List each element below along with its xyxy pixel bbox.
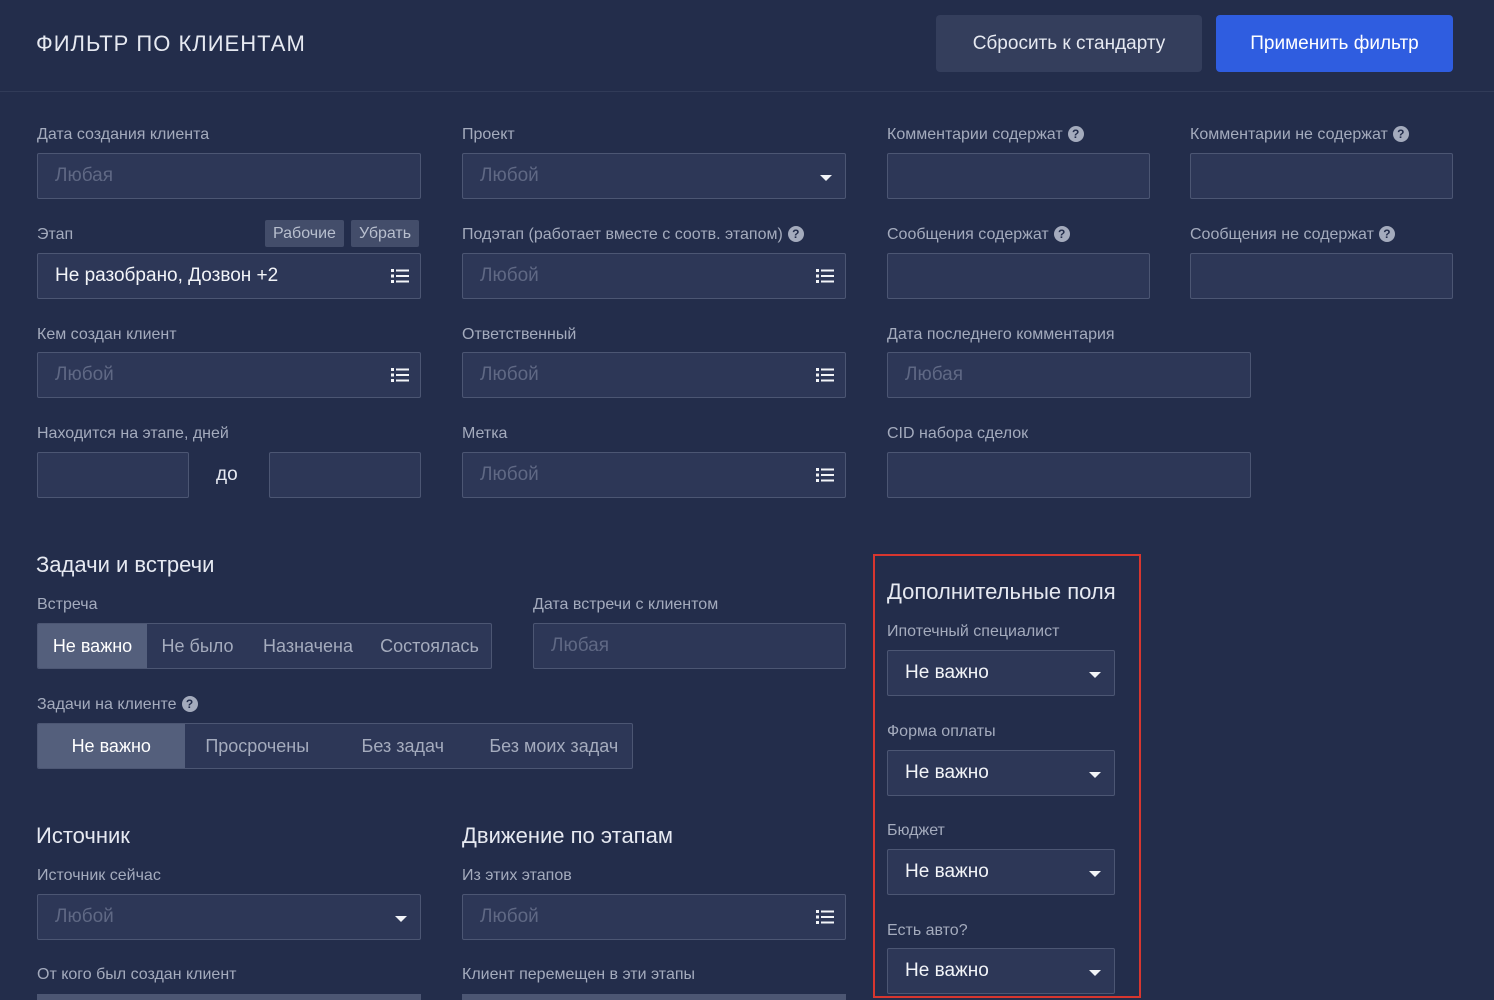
project-placeholder: Любой [480,165,539,186]
created-from-control-partial[interactable] [37,994,421,1000]
tasks-option-any[interactable]: Не важно [38,724,185,768]
responsible-label: Ответственный [462,326,577,343]
list-icon [816,368,834,382]
substage-label: Подэтап (работает вместе с соотв. этапом… [462,226,804,244]
project-select[interactable]: Любой [462,153,846,199]
chevron-down-icon [395,916,407,922]
list-icon [816,910,834,924]
client-tasks-label: Задачи на клиенте? [37,696,198,714]
help-icon[interactable]: ? [787,226,804,242]
days-to-input[interactable] [269,452,421,498]
help-icon[interactable]: ? [1067,126,1084,142]
from-stages-label: Из этих этапов [462,867,572,884]
mortgage-specialist-select[interactable]: Не важно [887,650,1115,696]
meeting-segmented-control: Не важно Не было Назначена Состоялась [37,623,492,669]
meeting-option-held[interactable]: Состоялась [368,624,491,668]
substage-placeholder: Любой [480,265,539,286]
comments-contain-input[interactable] [887,153,1150,199]
substage-select[interactable]: Любой [462,253,846,299]
meeting-option-none[interactable]: Не было [147,624,248,668]
chevron-down-icon [820,175,832,181]
mortgage-specialist-label: Ипотечный специалист [887,623,1060,640]
list-icon [816,468,834,482]
cid-label: CID набора сделок [887,425,1029,442]
payment-form-label: Форма оплаты [887,723,996,740]
current-source-label: Источник сейчас [37,867,161,884]
chevron-down-icon [1089,772,1101,778]
stage-value: Не разобрано, Дозвон +2 [55,265,279,286]
messages-not-contain-input[interactable] [1190,253,1453,299]
help-icon[interactable]: ? [1053,226,1070,242]
last-comment-date-label: Дата последнего комментария [887,326,1115,343]
tasks-option-no-tasks[interactable]: Без задач [330,724,476,768]
meeting-option-any[interactable]: Не важно [38,624,147,668]
tag-label: Метка [462,425,508,442]
source-section-heading: Источник [36,823,130,848]
responsible-select[interactable]: Любой [462,352,846,398]
has-car-select[interactable]: Не важно [887,948,1115,994]
list-icon [816,269,834,283]
tasks-option-overdue[interactable]: Просрочены [185,724,331,768]
moved-to-stages-label: Клиент перемещен в эти этапы [462,966,696,983]
messages-contain-label: Сообщения содержат? [887,226,1070,244]
budget-label: Бюджет [887,822,945,839]
days-to-label: до [216,464,238,485]
page-title: ФИЛЬТР ПО КЛИЕНТАМ [36,31,306,56]
meeting-date-label: Дата встречи с клиентом [533,596,719,613]
meeting-label: Встреча [37,596,98,613]
list-icon [391,368,409,382]
created-by-select[interactable]: Любой [37,352,421,398]
filter-header: ФИЛЬТР ПО КЛИЕНТАМ Сбросить к стандарту … [0,0,1494,92]
comments-not-contain-input[interactable] [1190,153,1453,199]
created-date-label: Дата создания клиента [37,126,210,143]
stage-remove-chip[interactable]: Убрать [351,220,420,247]
help-icon[interactable]: ? [181,696,198,712]
chevron-down-icon [1089,871,1101,877]
budget-select[interactable]: Не важно [887,849,1115,895]
created-date-input[interactable]: Любая [37,153,421,199]
stage-select[interactable]: Не разобрано, Дозвон +2 [37,253,421,299]
stage-working-chip[interactable]: Рабочие [265,220,344,247]
tasks-option-no-my-tasks[interactable]: Без моих задач [476,724,632,768]
chevron-down-icon [1089,970,1101,976]
moved-to-stages-control-partial[interactable] [462,994,846,1000]
comments-contain-label: Комментарии содержат? [887,126,1084,144]
payment-form-select[interactable]: Не важно [887,750,1115,796]
reset-to-default-button[interactable]: Сбросить к стандарту [936,15,1202,72]
messages-contain-input[interactable] [887,253,1150,299]
chevron-down-icon [1089,672,1101,678]
list-icon [391,269,409,283]
created-date-placeholder: Любая [55,165,114,186]
apply-filter-button[interactable]: Применить фильтр [1216,15,1453,72]
created-from-label: От кого был создан клиент [37,966,237,983]
help-icon[interactable]: ? [1392,126,1409,142]
cid-input[interactable] [887,452,1251,498]
project-label: Проект [462,126,515,143]
comments-not-contain-label: Комментарии не содержат? [1190,126,1409,144]
client-tasks-segmented-control: Не важно Просрочены Без задач Без моих з… [37,723,633,769]
created-by-label: Кем создан клиент [37,326,177,343]
stage-label: Этап [37,226,74,243]
current-source-select[interactable]: Любой [37,894,421,940]
movement-section-heading: Движение по этапам [462,823,673,848]
tag-select[interactable]: Любой [462,452,846,498]
messages-not-contain-label: Сообщения не содержат? [1190,226,1395,244]
days-on-stage-label: Находится на этапе, дней [37,425,229,442]
meeting-option-scheduled[interactable]: Назначена [248,624,368,668]
from-stages-select[interactable]: Любой [462,894,846,940]
tasks-section-heading: Задачи и встречи [36,552,215,577]
has-car-label: Есть авто? [887,922,968,939]
days-from-input[interactable] [37,452,189,498]
extra-fields-heading: Дополнительные поля [887,579,1116,604]
last-comment-date-input[interactable]: Любая [887,352,1251,398]
help-icon[interactable]: ? [1378,226,1395,242]
meeting-date-input[interactable]: Любая [533,623,846,669]
